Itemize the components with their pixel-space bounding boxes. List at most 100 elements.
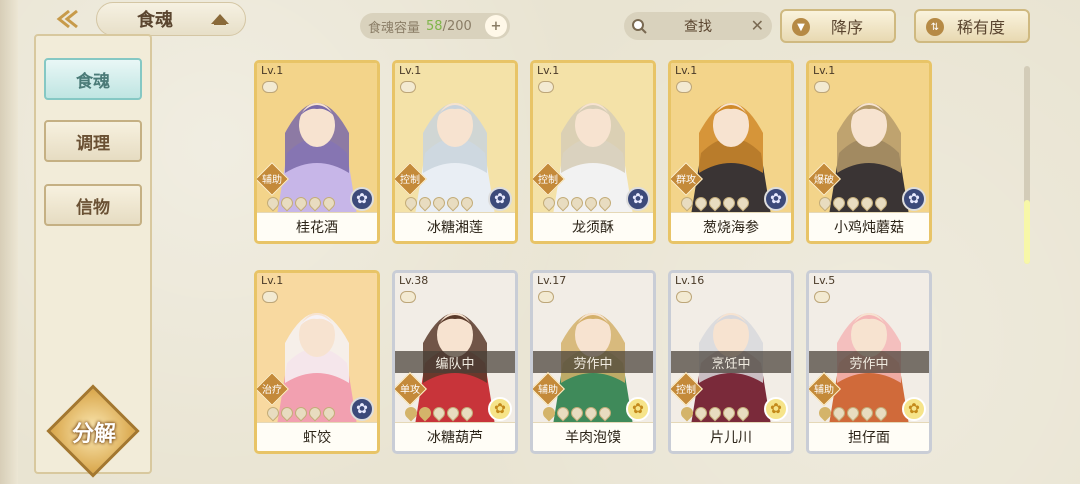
- card-role: 辅助: [262, 175, 282, 186]
- character-card[interactable]: Lv.1 治疗 ✿ 虾饺: [254, 270, 380, 454]
- card-role: 控制: [538, 175, 558, 186]
- star-rating: [402, 404, 485, 422]
- chat-bubble-icon: [538, 291, 554, 303]
- card-name: 片儿川: [671, 422, 791, 451]
- card-role: 单攻: [400, 385, 420, 396]
- star-icon: [872, 194, 890, 212]
- star-icon: [540, 194, 558, 212]
- moon-element-icon: ✿: [626, 187, 650, 211]
- star-icon: [706, 194, 724, 212]
- character-card[interactable]: Lv.38 编队中 单攻 ✿ 冰糖葫芦: [392, 270, 518, 454]
- chef-hat-icon: [211, 14, 229, 25]
- page-title-tab: 食魂: [96, 2, 246, 36]
- star-icon: [858, 404, 876, 422]
- left-edge: [0, 0, 18, 484]
- star-icon: [458, 194, 476, 212]
- sidebar-item-shihun[interactable]: 食魂: [44, 58, 142, 100]
- sun-element-icon: ✿: [626, 397, 650, 421]
- card-level: Lv.5: [813, 274, 836, 287]
- card-role: 爆破: [814, 175, 834, 186]
- chat-bubble-icon: [262, 81, 278, 93]
- star-rating: [816, 194, 899, 212]
- moon-element-icon: ✿: [902, 187, 926, 211]
- star-icon: [816, 194, 834, 212]
- star-icon: [582, 194, 600, 212]
- card-status: 劳作中: [533, 351, 653, 373]
- decompose-label: 分解: [71, 422, 116, 447]
- sort-order-label: 降序: [830, 18, 863, 37]
- character-card[interactable]: Lv.1 控制 ✿ 龙须酥: [530, 60, 656, 244]
- capacity-label: 食魂容量: [368, 20, 421, 36]
- star-rating: [402, 194, 485, 212]
- character-card[interactable]: Lv.16 烹饪中 控制 ✿ 片儿川: [668, 270, 794, 454]
- star-icon: [720, 404, 738, 422]
- search-icon: [632, 19, 647, 34]
- search-field[interactable]: 查找 ✕: [624, 12, 772, 40]
- star-rating: [264, 404, 347, 422]
- sidebar-item-label: 调理: [76, 133, 110, 154]
- character-card[interactable]: Lv.17 劳作中 辅助 ✿ 羊肉泡馍: [530, 270, 656, 454]
- card-status: 编队中: [395, 351, 515, 373]
- chat-bubble-icon: [676, 81, 692, 93]
- card-role: 控制: [676, 385, 696, 396]
- sidebar-item-xinwu[interactable]: 信物: [44, 184, 142, 226]
- star-rating: [264, 194, 347, 212]
- star-icon: [554, 194, 572, 212]
- sidebar-item-tiaoli[interactable]: 调理: [44, 120, 142, 162]
- scroll-thumb[interactable]: [1024, 200, 1030, 264]
- card-name: 冰糖葫芦: [395, 422, 515, 451]
- star-icon: [430, 194, 448, 212]
- card-role: 控制: [400, 175, 420, 186]
- card-level: Lv.16: [675, 274, 705, 287]
- sidebar-item-label: 信物: [76, 197, 110, 218]
- search-label: 查找: [684, 19, 712, 35]
- star-icon: [264, 194, 282, 212]
- moon-element-icon: ✿: [350, 397, 374, 421]
- card-level: Lv.17: [537, 274, 567, 287]
- sort-by-button[interactable]: ⇅ 稀有度: [914, 9, 1030, 43]
- card-name: 担仔面: [809, 422, 929, 451]
- character-card[interactable]: Lv.1 控制 ✿ 冰糖湘莲: [392, 60, 518, 244]
- star-rating: [678, 194, 761, 212]
- character-card[interactable]: Lv.1 群攻 ✿ 葱烧海参: [668, 60, 794, 244]
- chat-bubble-icon: [814, 81, 830, 93]
- star-icon: [416, 404, 434, 422]
- star-icon: [402, 404, 420, 422]
- card-role: 辅助: [538, 385, 558, 396]
- page-title: 食魂: [137, 10, 173, 31]
- card-name: 桂花酒: [257, 212, 377, 241]
- star-icon: [844, 404, 862, 422]
- character-card[interactable]: Lv.5 劳作中 辅助 ✿ 担仔面: [806, 270, 932, 454]
- card-level: Lv.1: [675, 64, 698, 77]
- descending-icon: ▼: [792, 18, 810, 36]
- sun-element-icon: ✿: [902, 397, 926, 421]
- chat-bubble-icon: [262, 291, 278, 303]
- star-icon: [264, 404, 282, 422]
- star-icon: [844, 194, 862, 212]
- star-icon: [320, 404, 338, 422]
- back-button[interactable]: [48, 6, 88, 32]
- scrollbar[interactable]: [1024, 66, 1030, 264]
- chat-bubble-icon: [814, 291, 830, 303]
- clear-search-button[interactable]: ✕: [751, 16, 764, 35]
- moon-element-icon: ✿: [764, 187, 788, 211]
- star-icon: [706, 404, 724, 422]
- sort-order-button[interactable]: ▼ 降序: [780, 9, 896, 43]
- chat-bubble-icon: [400, 291, 416, 303]
- moon-element-icon: ✿: [488, 187, 512, 211]
- sun-element-icon: ✿: [488, 397, 512, 421]
- add-capacity-button[interactable]: +: [485, 15, 507, 37]
- star-icon: [458, 404, 476, 422]
- card-status: 劳作中: [809, 351, 929, 373]
- star-rating: [816, 404, 899, 422]
- star-icon: [692, 404, 710, 422]
- top-bar: 食魂 食魂容量 58 /200 + 查找 ✕ ▼ 降序 ⇅ 稀有度: [0, 0, 1080, 44]
- decompose-button[interactable]: 分解: [46, 384, 140, 478]
- star-icon: [816, 404, 834, 422]
- star-icon: [734, 194, 752, 212]
- character-card[interactable]: Lv.1 辅助 ✿ 桂花酒: [254, 60, 380, 244]
- card-name: 龙须酥: [533, 212, 653, 241]
- character-card[interactable]: Lv.1 爆破 ✿ 小鸡炖蘑菇: [806, 60, 932, 244]
- star-icon: [582, 404, 600, 422]
- star-icon: [430, 404, 448, 422]
